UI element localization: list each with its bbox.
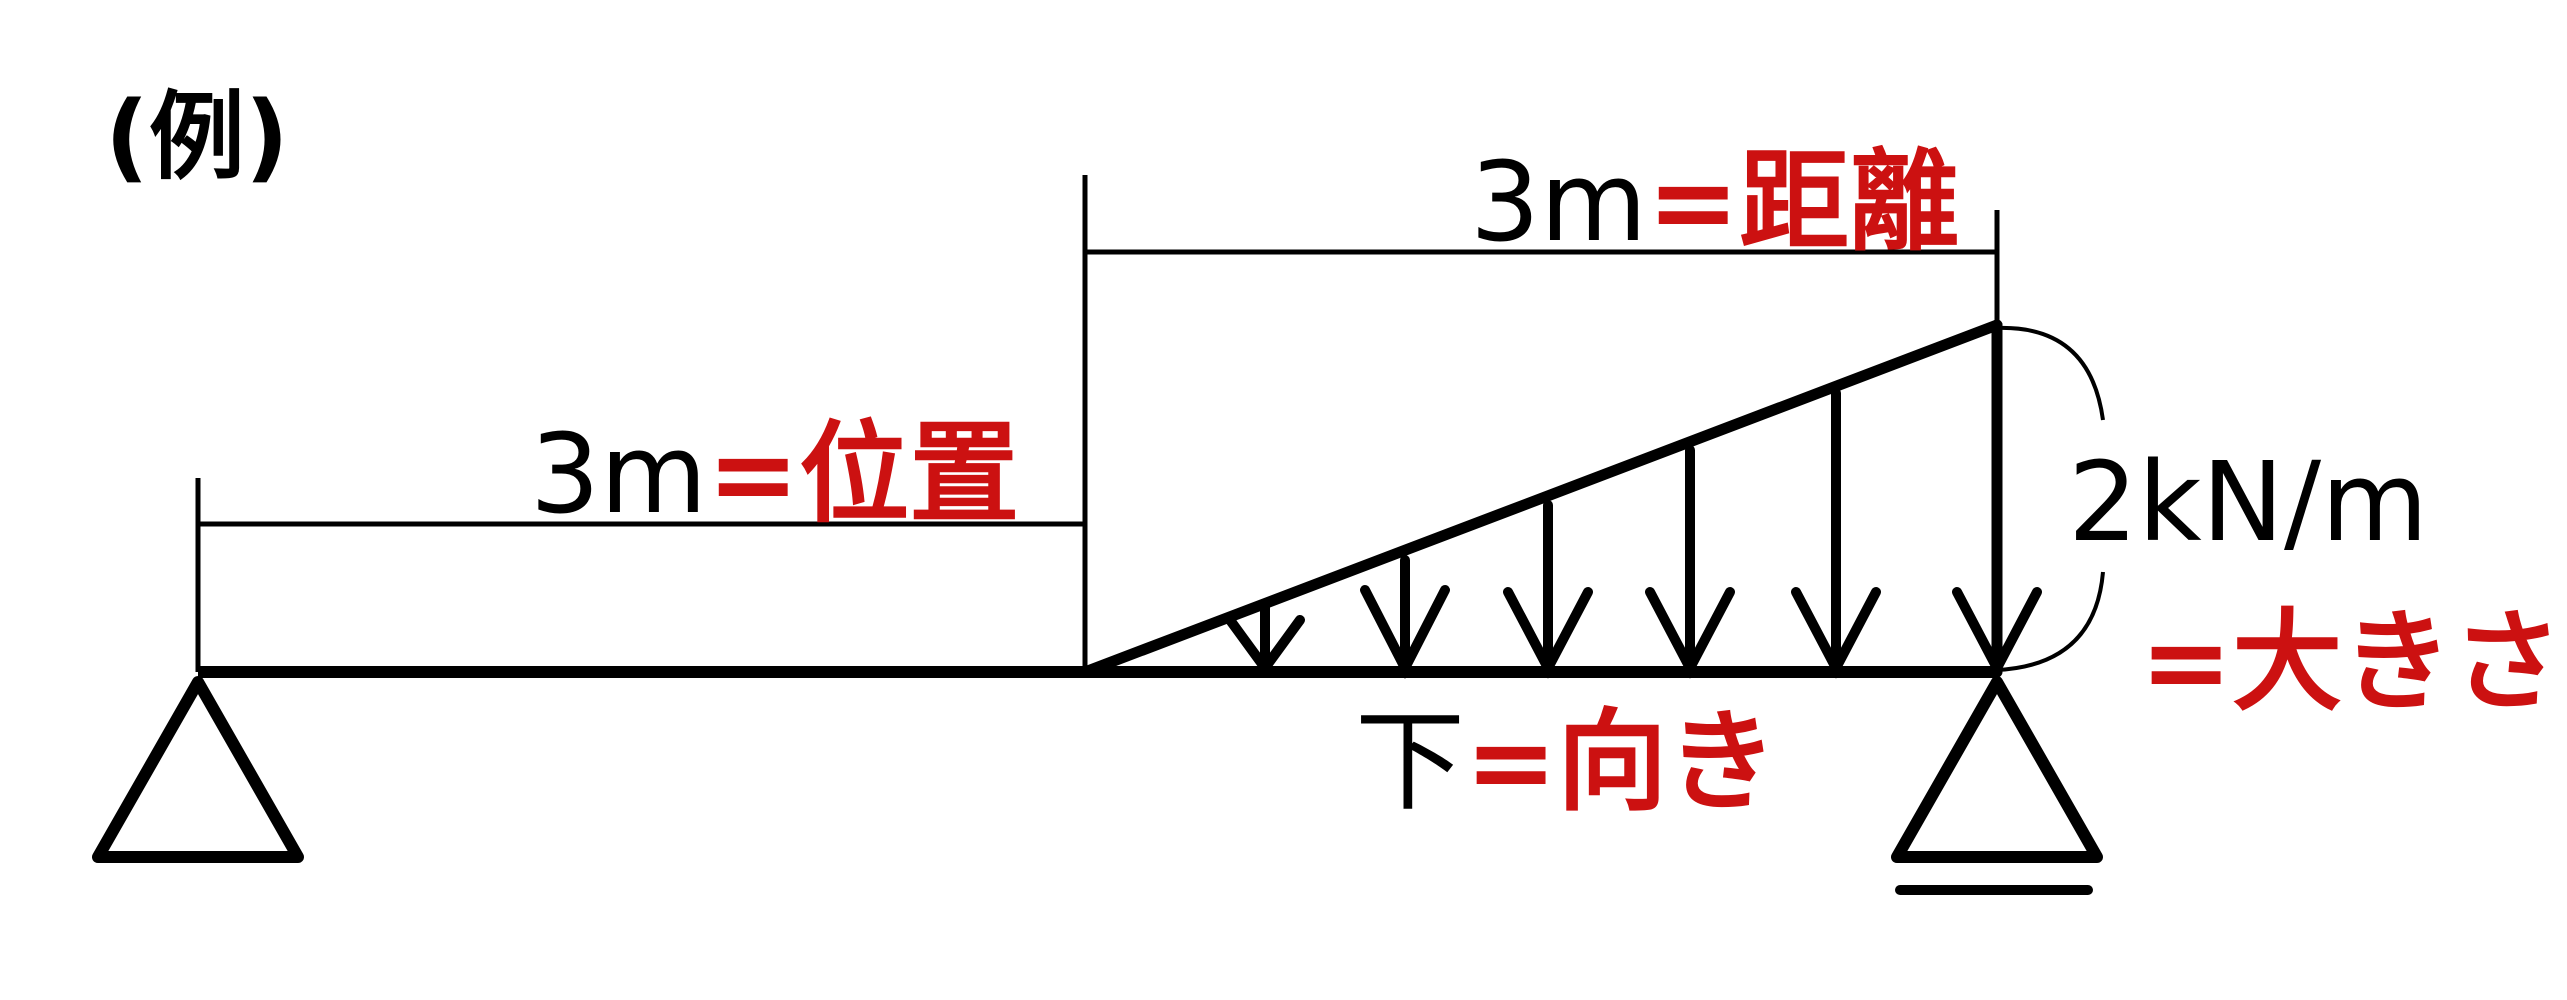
load-arrow-5 — [1791, 388, 1881, 679]
right-dimension-meaning-text: =距離 — [1647, 138, 1959, 266]
magnitude-bracket-top — [1996, 325, 2105, 421]
left-dimension-meaning-text: =位置 — [707, 410, 1019, 538]
magnitude-value: 2kN/m — [2068, 438, 2428, 566]
beam-load-diagram: (例) 3m=位置 3m=距離 2kN/m =大きさ 下=向き — [92, 81, 2562, 895]
load-arrow-3 — [1503, 500, 1593, 679]
right-roller-support — [1891, 676, 2103, 895]
distributed-load — [1079, 319, 2042, 679]
load-arrow-2 — [1360, 555, 1450, 679]
direction-value-text: 下 — [1355, 698, 1465, 826]
magnitude-meaning: =大きさ — [2140, 598, 2562, 726]
load-arrow-4 — [1645, 445, 1735, 679]
right-roller-triangle — [1891, 676, 2103, 863]
direction-meaning-text: =向き — [1465, 698, 1777, 826]
left-dimension-value: 3m=位置 — [530, 410, 1019, 538]
right-dimension-value: 3m=距離 — [1470, 138, 1959, 266]
example-label: (例) — [105, 81, 289, 193]
right-dimension-value-text: 3m — [1470, 138, 1647, 266]
left-dimension-value-text: 3m — [530, 410, 707, 538]
left-pin-support — [92, 676, 304, 863]
magnitude-bracket-bottom — [1996, 571, 2105, 672]
direction-label: 下=向き — [1355, 698, 1777, 826]
